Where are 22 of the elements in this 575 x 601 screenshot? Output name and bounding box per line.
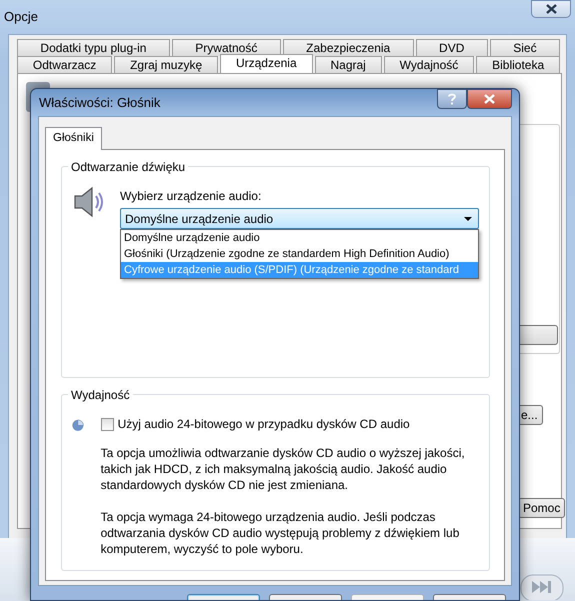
tab[interactable]: Zgraj muzykę (114, 56, 218, 73)
help-button[interactable]: Pomoc (518, 498, 566, 518)
tab[interactable]: Sieć (490, 39, 560, 56)
paragraph: Ta opcja umożliwia odtwarzanie dysków CD audio o wyższej jakości, takich jak HDCD, z ich maksymalną jakością audio. Jakość audio standardowych dysków CD nie jest zmieniana. (100, 445, 466, 494)
audio-device-dropdown[interactable]: Domyślne urządzenie audio (120, 208, 479, 230)
tab[interactable]: Urządzenia (220, 54, 313, 73)
tab[interactable]: Dodatki typu plug-in (17, 39, 170, 56)
tab[interactable]: Wydajność (384, 56, 474, 73)
tab[interactable]: Głośniki (45, 127, 102, 150)
dropdown-option[interactable]: Głośniki (Urządzenie zgodne ze standardem High Definition Audio) (121, 246, 478, 262)
tab[interactable]: Nagraj (314, 56, 382, 73)
window-title: Opcje (4, 8, 38, 26)
tab[interactable]: Biblioteka (476, 56, 560, 73)
tab[interactable]: Zabezpieczenia (282, 39, 414, 56)
checkbox-label[interactable]: Użyj audio 24-bitowego w przypadku dysków CD audio (100, 415, 479, 434)
dialog-title: Właściwości: Głośnik (39, 94, 160, 112)
tab[interactable]: Prywatność (172, 39, 281, 56)
dropdown-option[interactable]: Domyślne urządzenie audio (121, 230, 478, 246)
paragraph: Ta opcja wymaga 24-bitowego urządzenia audio. Jeśli podczas odtwarzania dysków CD audio występują problemy z dźwiękiem lub komputerem, wyczyść to pole wyboru. (100, 509, 460, 558)
field-label: Wybierz urządzenie audio: (120, 188, 262, 206)
tab[interactable]: Odtwarzacz (17, 56, 112, 73)
tab[interactable]: DVD (416, 39, 488, 56)
